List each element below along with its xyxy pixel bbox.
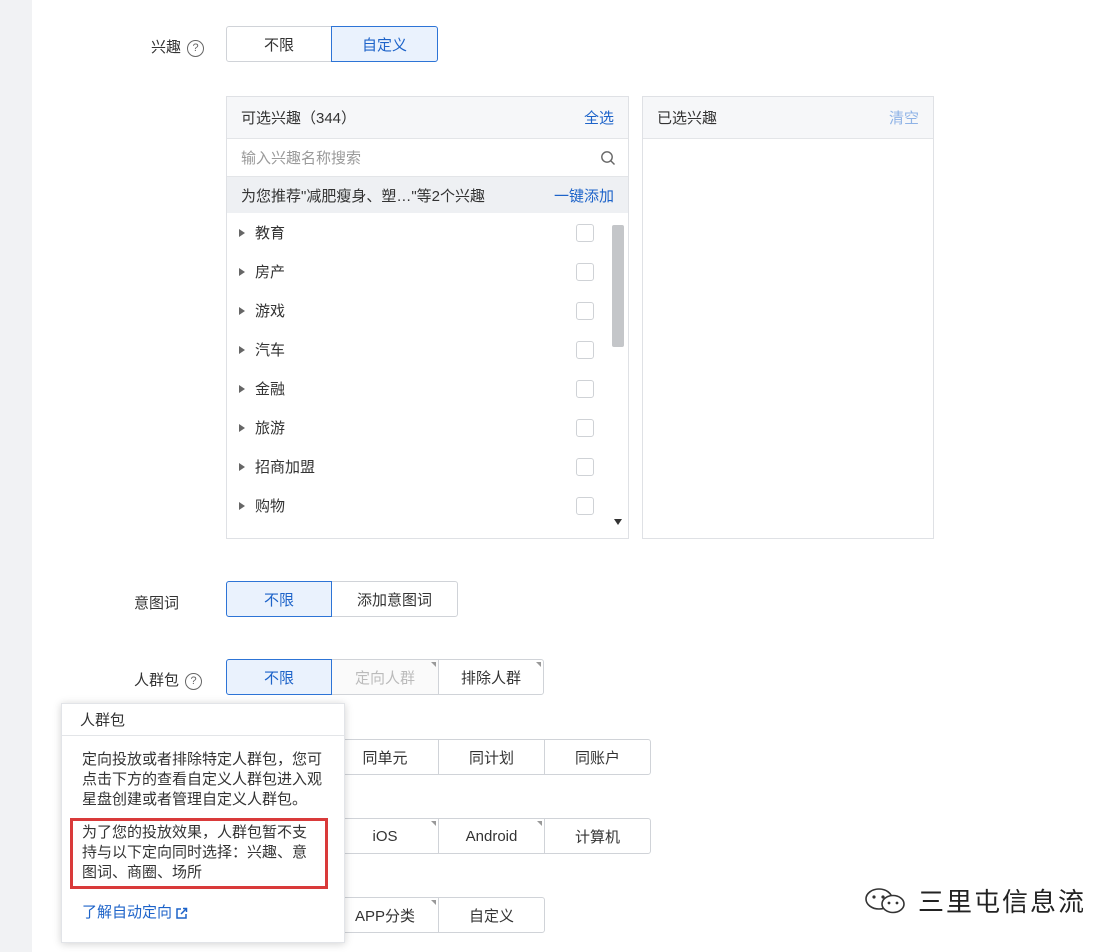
popover-title: 人群包	[62, 704, 344, 736]
selected-panel-header: 已选兴趣 清空	[643, 97, 933, 139]
interest-custom-button[interactable]: 自定义	[331, 26, 438, 62]
audience-unlimited-button[interactable]: 不限	[226, 659, 332, 695]
same-plan-button[interactable]: 同计划	[438, 739, 545, 775]
exclude-audience-button[interactable]: 排除人群	[438, 659, 544, 695]
list-item-label: 游戏	[255, 303, 286, 320]
wechat-watermark: 三里屯信息流	[862, 882, 1086, 919]
recommend-bar: 为您推荐"减肥瘦身、塑…"等2个兴趣 一键添加	[227, 177, 628, 213]
one-click-add-link[interactable]: 一键添加	[554, 185, 614, 206]
help-icon[interactable]: ?	[185, 672, 203, 690]
audience-help-popover: 人群包 定向投放或者排除特定人群包，您可点击下方的查看自定义人群包进入观星盘创建…	[61, 703, 345, 943]
item-checkbox[interactable]	[576, 262, 594, 281]
selected-panel-title: 已选兴趣	[657, 110, 718, 127]
interest-toggle-group: 不限 自定义	[226, 26, 438, 62]
watermark-text: 三里屯信息流	[918, 887, 1087, 917]
scope-toggle-group: 同单元 同计划 同账户	[331, 739, 651, 775]
learn-link-label: 了解自动定向	[82, 904, 173, 921]
expand-arrow-icon[interactable]	[239, 306, 245, 315]
interest-search-input[interactable]: 输入兴趣名称搜索	[227, 139, 628, 177]
item-checkbox[interactable]	[576, 340, 594, 359]
intent-unlimited-button[interactable]: 不限	[226, 581, 332, 617]
expand-arrow-icon[interactable]	[239, 462, 245, 471]
intent-words-toggle-group: 不限 添加意图词	[226, 581, 458, 617]
list-item[interactable]: 教育	[227, 213, 628, 252]
interest-label-wrap: 兴趣?	[151, 36, 205, 57]
computer-button[interactable]: 计算机	[544, 818, 651, 854]
app-category-button[interactable]: APP分类	[331, 897, 439, 933]
list-item[interactable]: 金融	[227, 369, 628, 408]
item-checkbox[interactable]	[576, 418, 594, 437]
item-checkbox[interactable]	[576, 496, 594, 515]
clear-link[interactable]: 清空	[889, 107, 919, 128]
add-intent-words-button[interactable]: 添加意图词	[331, 581, 458, 617]
help-icon[interactable]: ?	[187, 39, 205, 57]
list-item-label: 房产	[255, 264, 286, 281]
same-account-button[interactable]: 同账户	[544, 739, 651, 775]
app-custom-button[interactable]: 自定义	[438, 897, 545, 933]
available-interests-panel: 可选兴趣（344） 全选 输入兴趣名称搜索 为您推荐"减肥瘦身、塑…"等2个兴趣…	[226, 96, 629, 539]
expand-arrow-icon[interactable]	[239, 423, 245, 432]
list-item-label: 旅游	[255, 420, 286, 437]
interest-unlimited-button[interactable]: 不限	[226, 26, 332, 62]
expand-arrow-icon[interactable]	[239, 384, 245, 393]
scrollbar-thumb[interactable]	[612, 225, 624, 347]
left-sidebar-strip	[0, 0, 32, 952]
search-placeholder: 输入兴趣名称搜索	[241, 150, 362, 167]
interest-label: 兴趣	[151, 39, 182, 56]
list-item[interactable]: 购物	[227, 486, 628, 525]
platform-toggle-group: iOS Android 计算机	[331, 818, 651, 854]
list-item[interactable]: 旅游	[227, 408, 628, 447]
app-toggle-group: APP分类 自定义	[331, 897, 545, 933]
list-item[interactable]: 汽车	[227, 330, 628, 369]
wechat-logo-icon	[865, 887, 905, 913]
expand-arrow-icon[interactable]	[239, 228, 245, 237]
audience-label: 人群包	[134, 672, 180, 689]
list-scrollbar[interactable]	[612, 219, 624, 525]
select-all-link[interactable]: 全选	[584, 107, 614, 128]
list-item-label: 招商加盟	[255, 459, 316, 476]
audience-toggle-group: 不限 定向人群 排除人群	[226, 659, 544, 695]
interest-category-list: 教育 房产 游戏 汽车 金融 旅游 招商加盟 购物	[227, 213, 628, 531]
learn-auto-targeting-link[interactable]: 了解自动定向	[82, 903, 328, 923]
ios-button[interactable]: iOS	[331, 818, 439, 854]
external-link-icon	[176, 907, 188, 919]
audience-label-wrap: 人群包?	[134, 669, 203, 690]
expand-arrow-icon[interactable]	[239, 267, 245, 276]
expand-arrow-icon[interactable]	[239, 501, 245, 510]
same-unit-button[interactable]: 同单元	[331, 739, 439, 775]
list-item-label: 购物	[255, 498, 286, 515]
popover-body: 定向投放或者排除特定人群包，您可点击下方的查看自定义人群包进入观星盘创建或者管理…	[62, 736, 344, 923]
list-item-label: 汽车	[255, 342, 286, 359]
item-checkbox[interactable]	[576, 223, 594, 242]
item-checkbox[interactable]	[576, 379, 594, 398]
popover-warning: 为了您的投放效果，人群包暂不支持与以下定向同时选择：兴趣、意图词、商圈、场所	[82, 824, 308, 881]
available-panel-title: 可选兴趣（344）	[241, 110, 357, 127]
item-checkbox[interactable]	[576, 457, 594, 476]
list-item-label: 金融	[255, 381, 286, 398]
recommend-text: 为您推荐"减肥瘦身、塑…"等2个兴趣	[241, 187, 485, 205]
intent-words-label: 意图词	[134, 595, 180, 612]
list-item[interactable]: 招商加盟	[227, 447, 628, 486]
expand-arrow-icon[interactable]	[239, 345, 245, 354]
list-item-label: 教育	[255, 225, 286, 242]
targeted-audience-button[interactable]: 定向人群	[331, 659, 439, 695]
available-panel-header: 可选兴趣（344） 全选	[227, 97, 628, 139]
item-checkbox[interactable]	[576, 301, 594, 320]
search-icon[interactable]	[600, 150, 616, 166]
android-button[interactable]: Android	[438, 818, 545, 854]
popover-warning-box: 为了您的投放效果，人群包暂不支持与以下定向同时选择：兴趣、意图词、商圈、场所	[70, 818, 328, 889]
list-item[interactable]: 游戏	[227, 291, 628, 330]
scroll-down-arrow-icon[interactable]	[614, 519, 622, 525]
selected-interests-panel: 已选兴趣 清空	[642, 96, 934, 539]
popover-paragraph: 定向投放或者排除特定人群包，您可点击下方的查看自定义人群包进入观星盘创建或者管理…	[82, 751, 323, 808]
list-item[interactable]: 房产	[227, 252, 628, 291]
